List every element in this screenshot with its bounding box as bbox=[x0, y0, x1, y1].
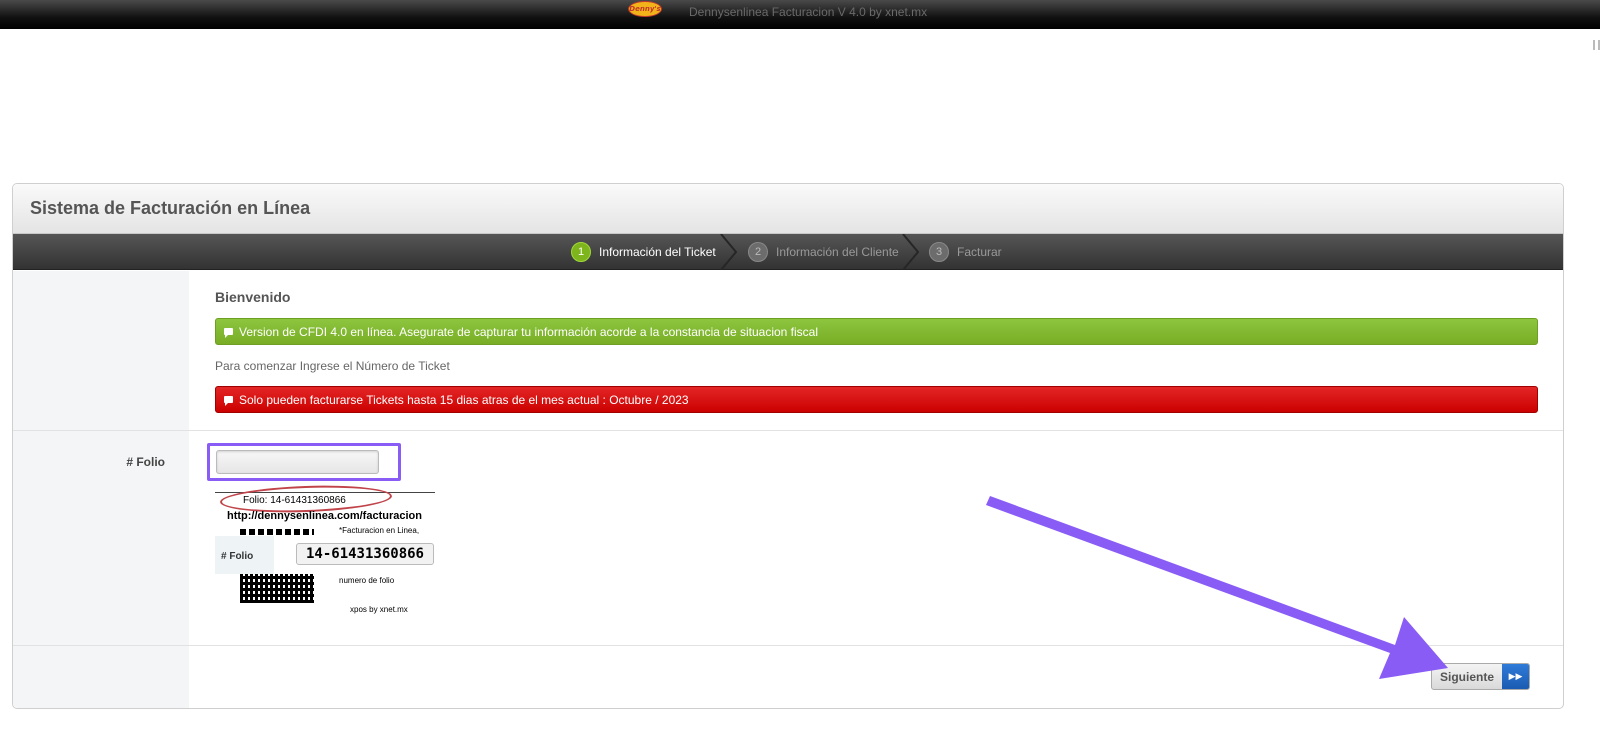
ticket-url: http://dennysenlinea.com/facturacion bbox=[227, 510, 422, 522]
dennys-logo: Denny's bbox=[628, 1, 662, 17]
ticket-folio-number: 14-61431360866 bbox=[296, 543, 434, 565]
left-column bbox=[13, 271, 189, 430]
ticket-numero-text: numero de folio bbox=[339, 576, 395, 585]
qr-code-icon bbox=[240, 574, 314, 603]
speech-bubble-icon bbox=[224, 396, 233, 406]
wizard-step-facturar[interactable]: 3 Facturar bbox=[929, 234, 1002, 270]
intro-section: Bienvenido Version de CFDI 4.0 en línea.… bbox=[13, 271, 1563, 431]
next-button-label: Siguiente bbox=[1439, 669, 1494, 684]
panel-header: Sistema de Facturación en Línea bbox=[13, 184, 1563, 234]
step-number-2: 2 bbox=[748, 242, 768, 262]
fast-forward-icon: ▶▶ bbox=[1502, 664, 1529, 689]
left-column bbox=[13, 646, 189, 708]
limit-notice-text: Solo pueden facturarse Tickets hasta 15 … bbox=[239, 392, 689, 407]
limit-notice: Solo pueden facturarse Tickets hasta 15 … bbox=[215, 386, 1538, 413]
ticket-example-image: Folio: 14-61431360866 http://dennysenlin… bbox=[215, 483, 437, 620]
step-label: Información del Cliente bbox=[776, 245, 899, 259]
ticket-footer: xpos by xnet.mx bbox=[350, 605, 408, 614]
speech-bubble-icon bbox=[224, 328, 233, 338]
step-label: Información del Ticket bbox=[599, 245, 716, 259]
welcome-heading: Bienvenido bbox=[215, 289, 291, 305]
next-button[interactable]: Siguiente ▶▶ bbox=[1431, 663, 1530, 690]
folio-input[interactable] bbox=[216, 450, 379, 474]
ticket-facturacion-text: *Facturacion en Linea, bbox=[339, 526, 420, 535]
actions-section: Siguiente ▶▶ bbox=[13, 646, 1563, 708]
step-number-1: 1 bbox=[571, 242, 591, 262]
folio-label: # Folio bbox=[126, 455, 165, 469]
cfdi-notice: Version de CFDI 4.0 en línea. Asegurate … bbox=[215, 318, 1538, 345]
wizard-step-ticket[interactable]: 1 Información del Ticket bbox=[571, 234, 716, 270]
instruction-text: Para comenzar Ingrese el Número de Ticke… bbox=[215, 359, 450, 373]
qr-code-icon bbox=[240, 529, 314, 535]
step-number-3: 3 bbox=[929, 242, 949, 262]
cfdi-notice-text: Version de CFDI 4.0 en línea. Asegurate … bbox=[239, 324, 818, 339]
folio-section: # Folio Folio: 14-61431360866 http://den… bbox=[13, 431, 1563, 646]
ticket-folio-label: # Folio bbox=[221, 551, 254, 562]
wizard-step-cliente[interactable]: 2 Información del Cliente bbox=[748, 234, 899, 270]
scroll-handle-icon[interactable] bbox=[1593, 40, 1600, 50]
chevron-right-icon bbox=[720, 234, 737, 270]
page-title: Sistema de Facturación en Línea bbox=[30, 198, 311, 218]
ticket-folio-line: Folio: 14-61431360866 bbox=[243, 495, 346, 506]
invoice-panel: Sistema de Facturación en Línea 1 Inform… bbox=[12, 183, 1564, 709]
app-title: Dennysenlinea Facturacion V 4.0 by xnet.… bbox=[689, 5, 928, 19]
step-label: Facturar bbox=[957, 245, 1002, 259]
chevron-right-icon bbox=[902, 234, 919, 270]
wizard-steps: 1 Información del Ticket 2 Información d… bbox=[13, 234, 1563, 270]
window-title-bar: Denny's Dennysenlinea Facturacion V 4.0 … bbox=[0, 0, 1600, 29]
